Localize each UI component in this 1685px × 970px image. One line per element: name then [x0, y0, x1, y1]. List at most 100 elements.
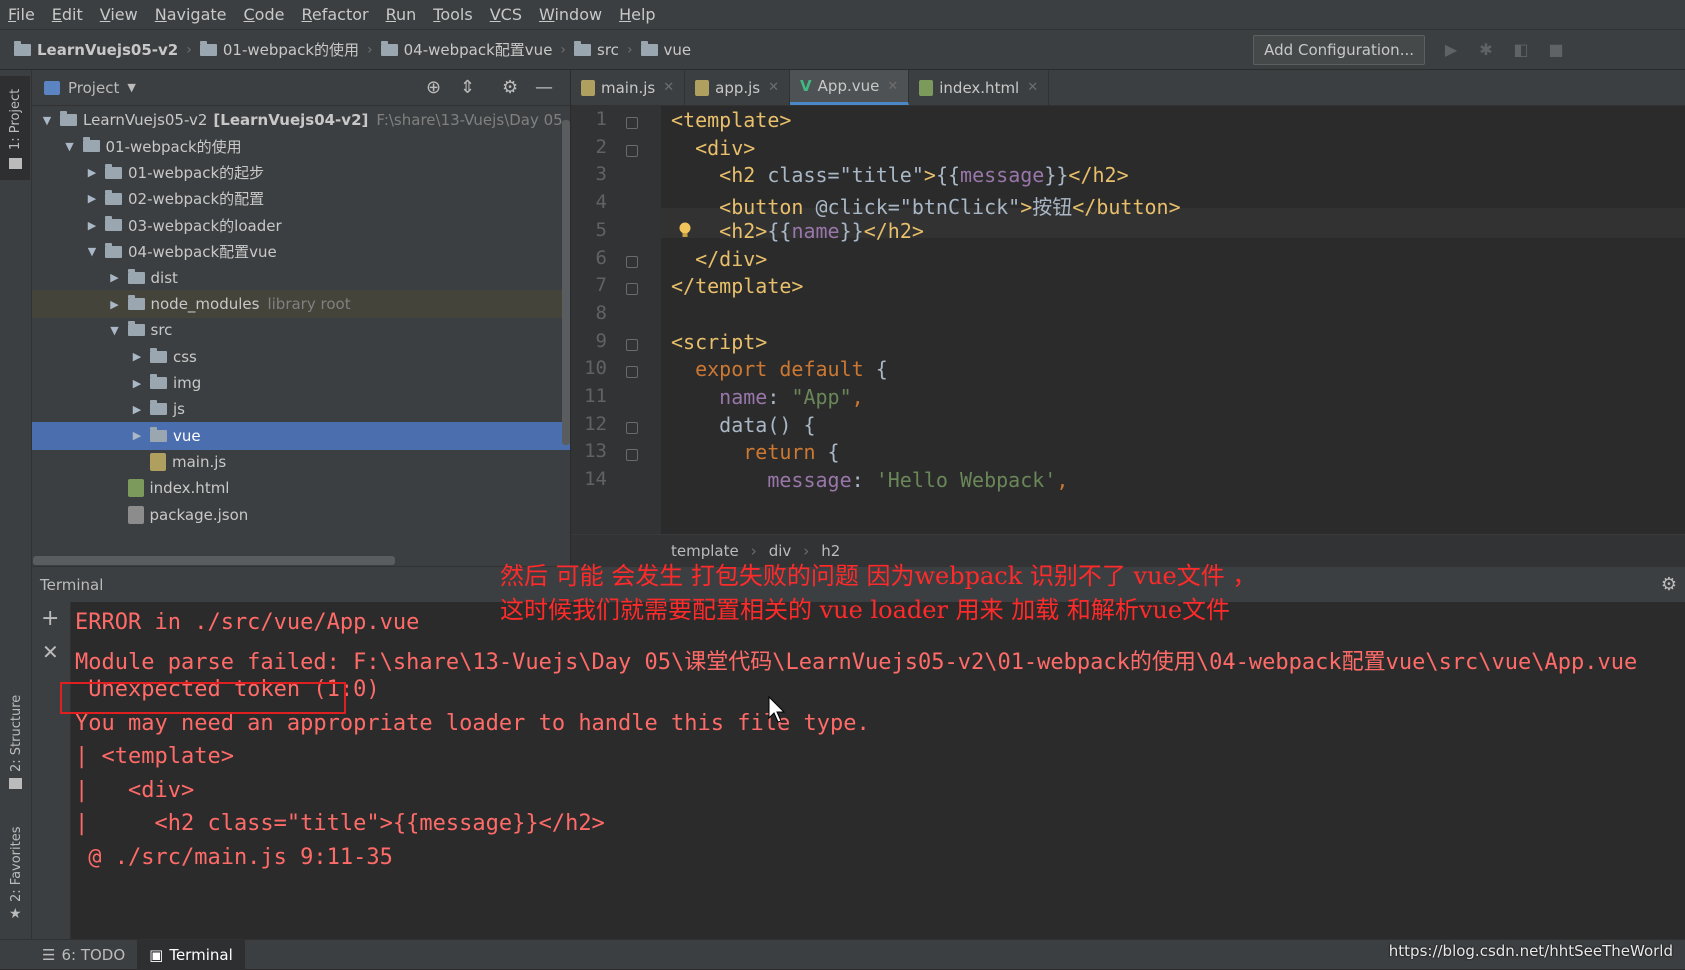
tree-item[interactable]: ▶ dist [32, 264, 570, 292]
breadcrumb-item[interactable]: 01-webpack的使用 [199, 39, 359, 60]
menu-vcs[interactable]: VCS [490, 5, 522, 24]
fold-marker-icon[interactable] [626, 366, 638, 379]
watermark-url: https://blog.csdn.net/hhtSeeTheWorld [1388, 942, 1673, 960]
fold-marker-icon[interactable] [626, 117, 638, 129]
collapse-arrow-icon[interactable]: ▶ [85, 192, 99, 205]
breadcrumb-item[interactable]: LearnVuejs05-v2 [14, 40, 178, 59]
menu-tools[interactable]: Tools [433, 5, 472, 24]
fold-marker-icon[interactable] [626, 144, 638, 157]
tree-item[interactable]: ▶ node_modules library root [32, 290, 570, 319]
fold-marker-icon[interactable] [626, 421, 638, 434]
breadcrumb-item[interactable]: vue [640, 40, 691, 59]
breadcrumb-item[interactable]: 04-webpack配置vue [380, 39, 552, 60]
breadcrumb-item[interactable]: src [574, 40, 619, 59]
tree-item[interactable]: ▶ 01-webpack的起步 [32, 159, 570, 187]
tree-item[interactable]: ▶ img [32, 369, 570, 397]
close-icon[interactable]: ✕ [887, 79, 898, 94]
add-configuration-button[interactable]: Add Configuration... [1253, 35, 1425, 65]
fold-marker-icon[interactable] [626, 283, 638, 296]
tree-item-label: LearnVuejs05-v2 [83, 111, 208, 129]
project-horizontal-scrollbar[interactable] [33, 556, 395, 565]
collapse-arrow-icon[interactable]: ▶ [85, 219, 99, 232]
collapse-all-icon[interactable]: ⇕ [460, 77, 475, 98]
terminal-line: | <template> [75, 744, 234, 769]
code-line: <h2>{{name}}</h2> [671, 219, 924, 243]
tree-item[interactable]: ▶ js [32, 395, 570, 423]
expand-arrow-icon[interactable]: ▼ [108, 324, 122, 337]
menu-view[interactable]: View [100, 5, 138, 24]
new-session-icon[interactable]: + [41, 606, 59, 631]
tree-item[interactable]: ▼ LearnVuejs05-v2 [LearnVuejs04-v2] F:\shar… [32, 106, 570, 134]
menu-edit[interactable]: Edit [52, 5, 83, 24]
menu-navigate[interactable]: Navigate [155, 5, 227, 24]
tree-item[interactable]: ▶ 02-webpack的配置 [32, 185, 570, 213]
collapse-arrow-icon[interactable]: ▶ [85, 166, 99, 179]
line-number: 13 [584, 440, 607, 463]
tree-item[interactable]: ▼ src [32, 316, 570, 344]
editor-tab-app-vue[interactable]: V App.vue ✕ [790, 70, 910, 105]
menu-refactor[interactable]: Refactor [301, 5, 368, 24]
menu-run[interactable]: Run [386, 5, 417, 24]
structure-tool-tab[interactable]: 2: Structure [9, 695, 24, 772]
close-icon[interactable]: ✕ [42, 640, 59, 664]
code-line: </div> [671, 247, 767, 271]
close-icon[interactable]: ✕ [768, 80, 779, 95]
hide-panel-icon[interactable]: — [535, 77, 553, 98]
collapse-arrow-icon[interactable]: ▶ [108, 271, 122, 284]
code-editor[interactable]: <template> <div> <h2 class="title">{{mes… [661, 106, 1685, 534]
close-icon[interactable]: ✕ [663, 80, 674, 95]
favorites-tool-tab[interactable]: 2: Favorites [9, 826, 24, 902]
stop-icon[interactable]: ■ [1547, 40, 1565, 59]
editor-tab-index-html[interactable]: index.html ✕ [909, 70, 1050, 105]
fold-marker-icon[interactable] [626, 338, 638, 351]
locate-icon[interactable]: ⊕ [426, 77, 441, 98]
tree-item[interactable]: main.js [32, 448, 570, 476]
close-icon[interactable]: ✕ [1027, 80, 1038, 95]
expand-arrow-icon[interactable]: ▼ [40, 114, 54, 127]
tree-item[interactable]: ▶ 03-webpack的loader [32, 211, 570, 239]
fold-marker-icon[interactable] [626, 449, 638, 462]
menu-help[interactable]: Help [619, 5, 655, 24]
collapse-arrow-icon[interactable]: ▶ [130, 429, 144, 442]
tree-item[interactable]: ▶ vue [32, 421, 570, 450]
line-number: 10 [584, 357, 607, 380]
tree-item[interactable]: ▼ 04-webpack配置vue [32, 238, 570, 266]
menu-code[interactable]: Code [244, 5, 285, 24]
breadcrumb-label: src [597, 40, 619, 59]
debug-icon[interactable]: ✱ [1477, 40, 1495, 59]
tree-item[interactable]: index.html [32, 474, 570, 502]
todo-tool-tab[interactable]: ☰ 6: TODO [30, 940, 137, 970]
fold-marker-icon[interactable] [626, 255, 638, 268]
expand-arrow-icon[interactable]: ▼ [63, 140, 77, 153]
menu-window[interactable]: Window [539, 5, 602, 24]
terminal-tool-tab[interactable]: ▣ Terminal [137, 939, 245, 970]
tree-item[interactable]: package.json [32, 501, 570, 529]
coverage-icon[interactable]: ◧ [1512, 40, 1530, 59]
code-line: data() { [671, 413, 815, 437]
code-token: "btnClick" [899, 195, 1021, 220]
folder-icon [150, 374, 167, 389]
tree-item[interactable]: ▶ css [32, 343, 570, 371]
collapse-arrow-icon[interactable]: ▶ [130, 350, 144, 363]
project-view-selector[interactable]: Project [68, 79, 119, 97]
expand-arrow-icon[interactable]: ▼ [85, 245, 99, 258]
collapse-arrow-icon[interactable]: ▶ [130, 403, 144, 416]
terminal-output[interactable]: ERROR in ./src/vue/App.vue Module parse f… [71, 602, 1685, 939]
folder-icon [380, 40, 398, 56]
collapse-arrow-icon[interactable]: ▶ [130, 377, 144, 390]
chevron-down-icon[interactable]: ▼ [127, 81, 135, 94]
editor-tab-main-js[interactable]: main.js ✕ [571, 70, 686, 105]
menu-file[interactable]: File [8, 5, 35, 24]
collapse-arrow-icon[interactable]: ▶ [108, 298, 122, 311]
lightbulb-icon[interactable] [678, 222, 692, 240]
code-token: { [827, 440, 840, 465]
code-token: }} [1044, 163, 1069, 188]
code-token: <h2 [719, 163, 768, 188]
tree-item[interactable]: ▼ 01-webpack的使用 [32, 132, 570, 160]
project-vertical-scrollbar[interactable] [562, 120, 570, 445]
gear-icon[interactable]: ⚙ [502, 77, 518, 98]
editor-tab-app-js[interactable]: app.js ✕ [685, 70, 791, 105]
run-icon[interactable]: ▶ [1442, 40, 1460, 59]
gear-icon[interactable]: ⚙ [1661, 574, 1677, 595]
